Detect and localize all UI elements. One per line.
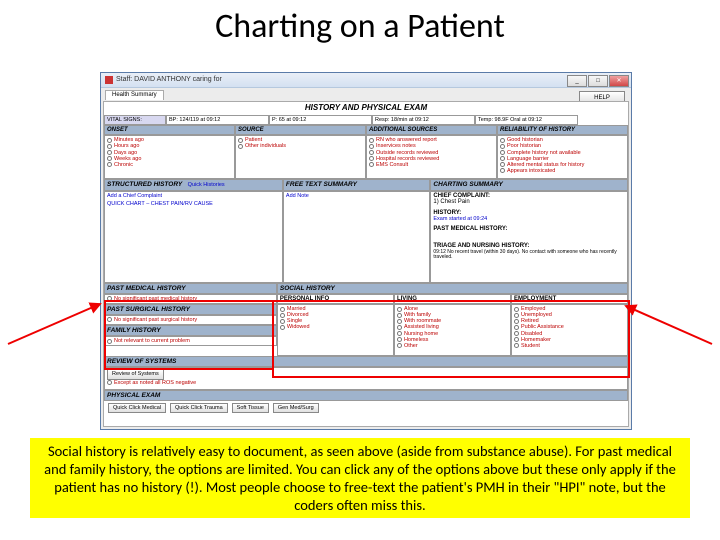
midsection-body: Add a Chief Complaint QUICK CHART – CHES…	[104, 191, 628, 283]
emr-window: Staff: DAVID ANTHONY caring for _ □ ✕ He…	[100, 72, 632, 430]
quick-histories-link[interactable]: Quick Histories	[188, 182, 225, 188]
hx-value[interactable]: Exam started at 09:24	[433, 216, 625, 222]
personal-header: PERSONAL INFO	[277, 294, 394, 305]
btn-gen-medsurg[interactable]: Gen Med/Surg	[273, 403, 319, 413]
pmh-sum-label: PAST MEDICAL HISTORY:	[433, 226, 625, 233]
hp-exam-title: HISTORY AND PHYSICAL EXAM	[104, 104, 628, 113]
psh-header: PAST SURGICAL HISTORY	[104, 304, 277, 315]
social-hx-col: SOCIAL HISTORY PERSONAL INFO Married Div…	[277, 283, 628, 357]
chk-psh[interactable]: No significant past surgical history	[104, 315, 277, 325]
hx-body-row: Minutes ago Hours ago Days ago Weeks ago…	[104, 135, 628, 179]
left-hx-col: PAST MEDICAL HISTORY No significant past…	[104, 283, 277, 357]
tn-value: 09:12 No recent travel (within 30 days).…	[433, 250, 625, 261]
reliab-header: RELIABILITY OF HISTORY	[497, 125, 628, 136]
quick-chart-link[interactable]: QUICK CHART – CHEST PAIN/RV CAUSE	[107, 201, 280, 207]
chk-ros-neg[interactable]: Except as noted all ROS negative	[107, 380, 196, 386]
minimize-button[interactable]: _	[567, 75, 587, 87]
cc-label: CHIEF COMPLAINT:	[433, 193, 625, 200]
chk-widowed[interactable]: Widowed	[280, 324, 391, 330]
free-text-body: Add Note	[283, 191, 430, 283]
vital-pulse: P: 65 at 09:12	[269, 115, 372, 125]
arrow-right	[620, 284, 718, 354]
chk-fh[interactable]: Not relevant to current problem	[104, 336, 277, 346]
employ-list: Employed Unemployed Retired Public Assis…	[511, 304, 628, 356]
maximize-button[interactable]: □	[588, 75, 608, 87]
addl-header: ADDITIONAL SOURCES	[366, 125, 497, 136]
chart-summary-header: CHARTING SUMMARY	[430, 179, 628, 190]
window-titlebar[interactable]: Staff: DAVID ANTHONY caring for _ □ ✕	[101, 73, 631, 88]
chk-student[interactable]: Student	[514, 343, 625, 349]
add-note-link[interactable]: Add Note	[286, 193, 427, 199]
onset-header: ONSET	[104, 125, 235, 136]
lower-section: PAST MEDICAL HISTORY No significant past…	[104, 283, 628, 357]
ros-header: REVIEW OF SYSTEMS	[104, 356, 628, 367]
chk-ems[interactable]: EMS Consult	[369, 162, 494, 168]
struct-hx-body: Add a Chief Complaint QUICK CHART – CHES…	[104, 191, 283, 283]
btn-qc-trauma[interactable]: Quick Click Trauma	[170, 403, 228, 413]
living-header: LIVING	[394, 294, 511, 305]
caption: Social history is relatively easy to doc…	[30, 438, 690, 519]
app-icon	[105, 76, 113, 84]
close-button[interactable]: ✕	[609, 75, 629, 87]
chk-pmh[interactable]: No significant past medical history	[104, 294, 277, 304]
window-title: Staff: DAVID ANTHONY caring for	[116, 76, 222, 84]
chk-other[interactable]: Other individuals	[238, 143, 363, 149]
free-text-header: FREE TEXT SUMMARY	[283, 179, 430, 190]
arrow-left	[4, 284, 108, 354]
ros-button[interactable]: Review of Systems	[107, 369, 164, 379]
employ-header: EMPLOYMENT	[511, 294, 628, 305]
hx-header-row: ONSET SOURCE ADDITIONAL SOURCES RELIABIL…	[104, 125, 628, 136]
living-list: Alone With family With roommate Assisted…	[394, 304, 511, 356]
vital-temp: Temp: 98.9F Oral at 09:12	[475, 115, 578, 125]
vital-bp: BP: 124/119 at 09:12	[166, 115, 269, 125]
midsection-headers: STRUCTURED HISTORY Quick Histories FREE …	[104, 179, 628, 190]
emr-body: HISTORY AND PHYSICAL EXAM VITAL SIGNS: B…	[103, 101, 629, 427]
reliab-list: Good historian Poor historian Complete h…	[497, 135, 628, 179]
fh-header: FAMILY HISTORY	[104, 325, 277, 336]
chk-intox[interactable]: Appears intoxicated	[500, 168, 625, 174]
onset-list: Minutes ago Hours ago Days ago Weeks ago…	[104, 135, 235, 179]
vital-resp: Resp: 18/min at 09:12	[372, 115, 475, 125]
pmh-header: PAST MEDICAL HISTORY	[104, 283, 277, 294]
cc-value: 1) Chest Pain	[433, 199, 625, 206]
source-list: Patient Other individuals	[235, 135, 366, 179]
social-header: SOCIAL HISTORY	[277, 283, 628, 294]
slide: Charting on a Patient Staff: DAVID ANTHO…	[0, 6, 720, 540]
vitals-row: VITAL SIGNS: BP: 124/119 at 09:12 P: 65 …	[104, 115, 628, 125]
vitals-label: VITAL SIGNS:	[104, 115, 166, 125]
struct-hx-header: STRUCTURED HISTORY Quick Histories	[104, 179, 283, 190]
btn-qc-medical[interactable]: Quick Click Medical	[108, 403, 166, 413]
pe-header: PHYSICAL EXAM	[104, 390, 628, 401]
source-header: SOURCE	[235, 125, 366, 136]
bottom-buttons: Quick Click Medical Quick Click Trauma S…	[104, 401, 628, 415]
ros-body: Review of Systems Except as noted all RO…	[104, 367, 628, 389]
hx-label: HISTORY:	[433, 210, 625, 217]
chk-other-living[interactable]: Other	[397, 343, 508, 349]
btn-soft-tissue[interactable]: Soft Tissue	[232, 403, 269, 413]
addl-list: RN who answered report Inservices notes …	[366, 135, 497, 179]
tab-health-summary[interactable]: Health Summary	[105, 90, 164, 100]
chk-chronic[interactable]: Chronic	[107, 162, 232, 168]
chart-summary-body: CHIEF COMPLAINT: 1) Chest Pain HISTORY: …	[430, 191, 628, 283]
add-cc-link[interactable]: Add a Chief Complaint	[107, 193, 280, 199]
slide-title: Charting on a Patient	[0, 6, 720, 47]
personal-list: Married Divorced Single Widowed	[277, 304, 394, 356]
